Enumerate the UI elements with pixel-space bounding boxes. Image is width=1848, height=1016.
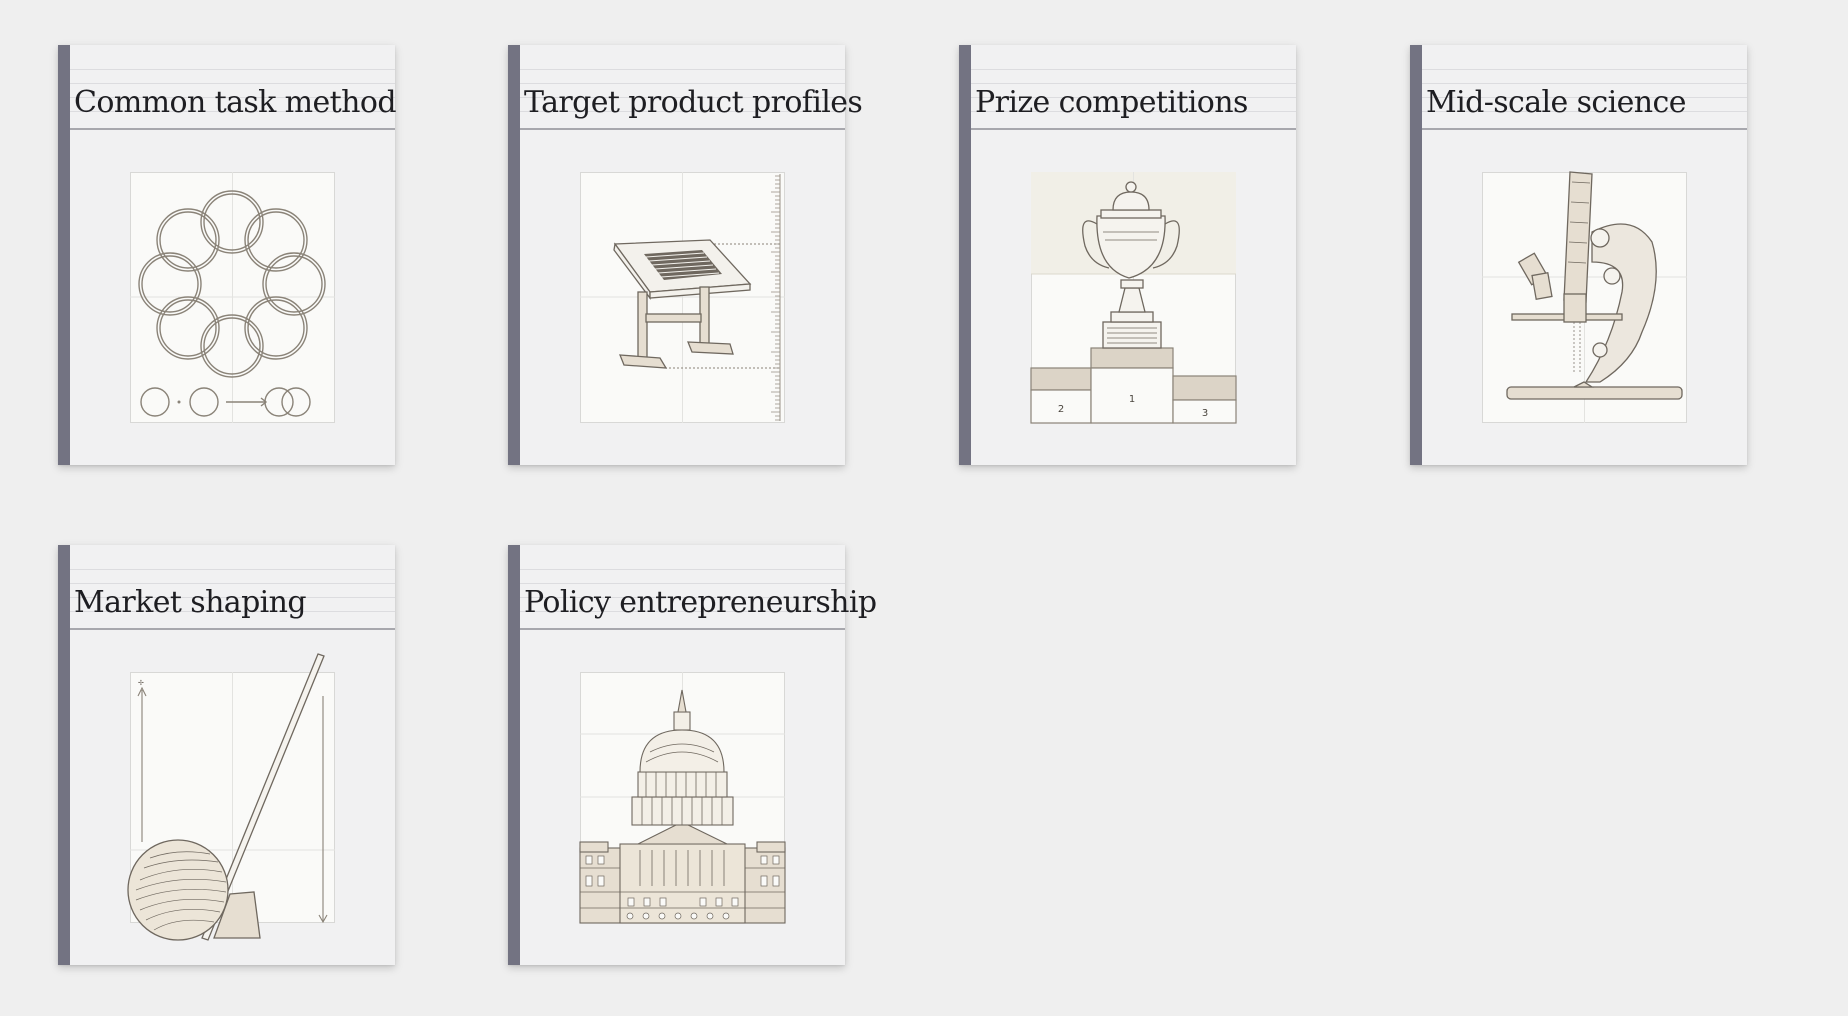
podium-first-label: 1 (1129, 394, 1135, 405)
card-header: Policy entrepreneurship (520, 545, 877, 630)
card-title: Mid-scale science (1426, 85, 1686, 120)
card-target-product-profiles[interactable]: Target product profiles (508, 45, 863, 465)
card-title: Market shaping (74, 585, 307, 620)
drafting-table-icon (580, 172, 785, 423)
card-header: Target product profiles (520, 45, 863, 130)
card-market-shaping[interactable]: Market shaping ✢ (58, 545, 395, 965)
card-common-task-method[interactable]: Common task method (58, 45, 397, 465)
podium-third-label: 3 (1202, 408, 1208, 419)
card-spine (959, 45, 971, 465)
card-mid-scale-science[interactable]: Mid-scale science (1410, 45, 1747, 465)
microscope-icon (1482, 171, 1687, 423)
card-spine (58, 545, 70, 965)
svg-text:✢: ✢ (138, 679, 144, 687)
card-spine (508, 45, 520, 465)
trophy-podium-icon: 2 1 3 (1030, 172, 1237, 424)
card-policy-entrepreneurship[interactable]: Policy entrepreneurship (508, 545, 877, 965)
card-title: Target product profiles (524, 85, 863, 120)
card-title: Common task method (74, 85, 397, 120)
card-spine (508, 545, 520, 965)
capitol-building-icon (579, 672, 786, 924)
interlocking-rings-icon (130, 172, 335, 423)
card-title: Policy entrepreneurship (524, 585, 877, 620)
card-header: Prize competitions (971, 45, 1296, 130)
card-header: Market shaping (70, 545, 395, 630)
card-header: Common task method (70, 45, 397, 130)
card-title: Prize competitions (975, 85, 1248, 120)
ball-and-lever-icon: ✢ (127, 653, 335, 941)
card-prize-competitions[interactable]: Prize competitions 2 1 3 (959, 45, 1296, 465)
card-spine (58, 45, 70, 465)
card-header: Mid-scale science (1422, 45, 1747, 130)
podium-second-label: 2 (1058, 404, 1064, 415)
card-spine (1410, 45, 1422, 465)
